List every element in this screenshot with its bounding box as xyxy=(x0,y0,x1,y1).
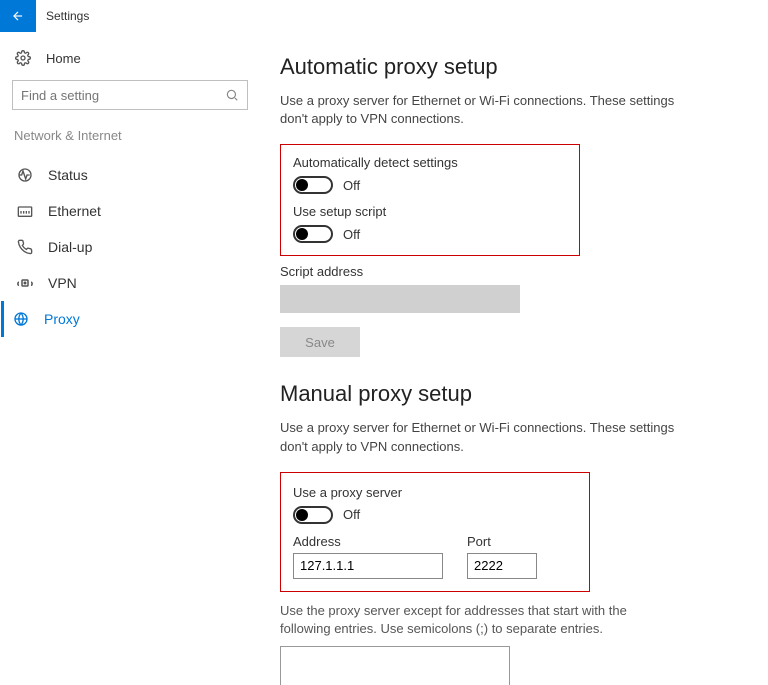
sidebar-item-dialup[interactable]: Dial-up xyxy=(12,229,248,265)
sidebar-item-ethernet[interactable]: Ethernet xyxy=(12,193,248,229)
script-address-input[interactable] xyxy=(280,285,520,313)
sidebar-home-label: Home xyxy=(46,51,81,66)
gear-icon xyxy=(14,50,32,66)
main-content: Automatic proxy setup Use a proxy server… xyxy=(260,32,768,685)
address-input[interactable] xyxy=(293,553,443,579)
sidebar-item-status[interactable]: Status xyxy=(12,157,248,193)
setup-script-label: Use setup script xyxy=(293,204,567,219)
search-input[interactable] xyxy=(21,88,225,103)
sidebar-item-vpn[interactable]: VPN xyxy=(12,265,248,301)
script-address-label: Script address xyxy=(280,264,738,279)
address-label: Address xyxy=(293,534,443,549)
exceptions-input[interactable] xyxy=(280,646,510,685)
port-label: Port xyxy=(467,534,537,549)
port-input[interactable] xyxy=(467,553,537,579)
use-proxy-label: Use a proxy server xyxy=(293,485,577,500)
sidebar-item-label: Proxy xyxy=(44,311,80,327)
dialup-icon xyxy=(16,239,34,255)
sidebar-item-label: VPN xyxy=(48,275,77,291)
exceptions-note: Use the proxy server except for addresse… xyxy=(280,602,630,638)
manual-description: Use a proxy server for Ethernet or Wi-Fi… xyxy=(280,419,680,455)
manual-highlight-box: Use a proxy server Off Address Port xyxy=(280,472,590,592)
globe-icon xyxy=(12,311,30,327)
auto-highlight-box: Automatically detect settings Off Use se… xyxy=(280,144,580,256)
ethernet-icon xyxy=(16,204,34,218)
window-title: Settings xyxy=(36,9,89,23)
use-proxy-state: Off xyxy=(343,507,360,522)
search-box[interactable] xyxy=(12,80,248,110)
sidebar-item-proxy[interactable]: Proxy xyxy=(1,301,248,337)
setup-script-toggle[interactable] xyxy=(293,225,333,243)
status-icon xyxy=(16,167,34,183)
save-button[interactable]: Save xyxy=(280,327,360,357)
use-proxy-toggle[interactable] xyxy=(293,506,333,524)
sidebar: Home Network & Internet Status Ethernet xyxy=(0,32,260,685)
auto-detect-state: Off xyxy=(343,178,360,193)
auto-heading: Automatic proxy setup xyxy=(280,54,738,80)
search-icon xyxy=(225,88,239,102)
sidebar-item-label: Dial-up xyxy=(48,239,92,255)
vpn-icon xyxy=(16,276,34,290)
auto-detect-label: Automatically detect settings xyxy=(293,155,567,170)
manual-heading: Manual proxy setup xyxy=(280,381,738,407)
back-button[interactable] xyxy=(0,0,36,32)
sidebar-category: Network & Internet xyxy=(14,128,248,143)
setup-script-state: Off xyxy=(343,227,360,242)
arrow-left-icon xyxy=(11,9,25,23)
sidebar-item-label: Ethernet xyxy=(48,203,101,219)
sidebar-home[interactable]: Home xyxy=(12,44,248,80)
auto-description: Use a proxy server for Ethernet or Wi-Fi… xyxy=(280,92,680,128)
sidebar-item-label: Status xyxy=(48,167,88,183)
auto-detect-toggle[interactable] xyxy=(293,176,333,194)
